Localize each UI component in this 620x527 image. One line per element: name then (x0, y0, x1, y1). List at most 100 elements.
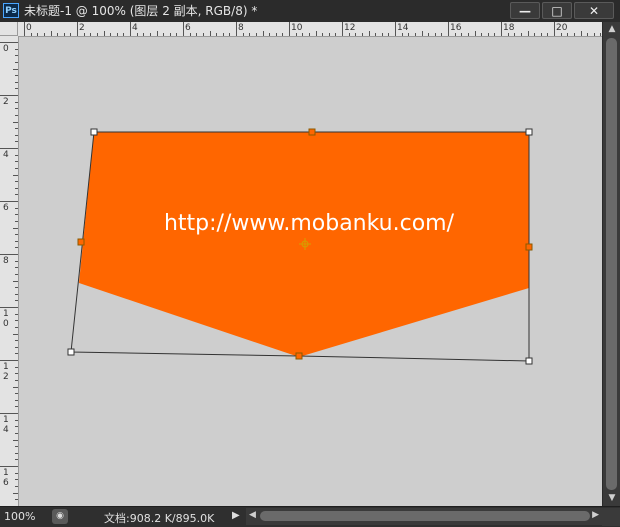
ruler-label: 6 (3, 203, 9, 213)
ruler-minor-tick (150, 33, 151, 36)
ruler-label: 12 (344, 23, 355, 33)
ruler-minor-tick (567, 33, 568, 36)
vertical-scrollbar[interactable]: ▲ ▼ (602, 22, 620, 506)
ruler-minor-tick (15, 406, 18, 407)
ruler-minor-tick (229, 33, 230, 36)
ruler-minor-tick (402, 33, 403, 36)
status-settings-icon[interactable]: ◉ (52, 509, 68, 524)
ruler-tick (369, 31, 370, 36)
ruler-minor-tick (388, 33, 389, 36)
ruler-minor-tick (282, 33, 283, 36)
ruler-label: 1 4 (3, 415, 9, 435)
status-menu-arrow-icon[interactable]: ▶ (232, 510, 240, 521)
handle-top-middle[interactable] (309, 129, 315, 135)
ruler-tick (0, 254, 18, 255)
ruler-minor-tick (15, 234, 18, 235)
horizontal-scrollbar[interactable]: ◀ ▶ (246, 508, 602, 525)
handle-right-middle[interactable] (526, 244, 532, 250)
ruler-minor-tick (415, 33, 416, 36)
ruler-tick (448, 22, 449, 36)
ruler-minor-tick (15, 314, 18, 315)
ruler-minor-tick (15, 181, 18, 182)
vertical-ruler[interactable]: 024681 01 21 41 6 (0, 36, 19, 506)
ruler-minor-tick (455, 33, 456, 36)
ruler-minor-tick (64, 33, 65, 36)
ruler-tick (183, 22, 184, 36)
ruler-tick (13, 228, 18, 229)
horizontal-ruler[interactable]: 02468101214161820 (18, 22, 602, 37)
handle-bottom-right[interactable] (526, 358, 532, 364)
ruler-minor-tick (441, 33, 442, 36)
ruler-tick (422, 31, 423, 36)
scroll-right-arrow-icon[interactable]: ▶ (592, 510, 599, 520)
ruler-minor-tick (15, 327, 18, 328)
horizontal-scroll-thumb[interactable] (260, 511, 590, 521)
handle-bottom-left[interactable] (68, 349, 74, 355)
ruler-minor-tick (84, 33, 85, 36)
ruler-minor-tick (15, 241, 18, 242)
ruler-minor-tick (15, 347, 18, 348)
ruler-tick (13, 281, 18, 282)
handle-top-right[interactable] (526, 129, 532, 135)
handle-top-left[interactable] (91, 129, 97, 135)
ruler-origin[interactable] (0, 22, 18, 36)
ruler-minor-tick (15, 320, 18, 321)
ruler-tick (581, 31, 582, 36)
ruler-label: 4 (132, 23, 138, 33)
ruler-label: 14 (397, 23, 408, 33)
ruler-minor-tick (37, 33, 38, 36)
minimize-button[interactable]: — (510, 2, 540, 19)
ruler-minor-tick (15, 128, 18, 129)
close-button[interactable]: ✕ (574, 2, 614, 19)
handle-bottom-middle[interactable] (296, 353, 302, 359)
ruler-minor-tick (15, 340, 18, 341)
zoom-level[interactable]: 100% (4, 510, 35, 523)
canvas-svg: http://www.mobanku.com/ (19, 37, 602, 506)
ruler-minor-tick (309, 33, 310, 36)
ruler-minor-tick (256, 33, 257, 36)
ruler-tick (77, 22, 78, 36)
ruler-label: 2 (79, 23, 85, 33)
ruler-tick (13, 334, 18, 335)
ruler-minor-tick (302, 33, 303, 36)
ruler-minor-tick (15, 380, 18, 381)
ruler-tick (13, 69, 18, 70)
ruler-minor-tick (468, 33, 469, 36)
ruler-minor-tick (514, 33, 515, 36)
ruler-tick (395, 22, 396, 36)
ruler-minor-tick (15, 274, 18, 275)
maximize-button[interactable]: □ (542, 2, 572, 19)
ruler-label: 2 (3, 97, 9, 107)
scroll-down-arrow-icon[interactable]: ▼ (603, 493, 620, 503)
ruler-minor-tick (15, 446, 18, 447)
ruler-minor-tick (137, 33, 138, 36)
title-bar[interactable]: Ps 未标题-1 @ 100% (图层 2 副本, RGB/8) * — □ ✕ (0, 0, 620, 23)
ruler-minor-tick (15, 453, 18, 454)
ruler-minor-tick (15, 168, 18, 169)
ruler-minor-tick (243, 33, 244, 36)
ruler-tick (157, 31, 158, 36)
canvas-area[interactable]: http://www.mobanku.com/ (19, 37, 602, 506)
ruler-minor-tick (296, 33, 297, 36)
handle-left-middle[interactable] (78, 239, 84, 245)
ruler-label: 18 (503, 23, 514, 33)
ruler-minor-tick (15, 393, 18, 394)
ruler-minor-tick (534, 33, 535, 36)
ruler-minor-tick (15, 161, 18, 162)
ruler-minor-tick (15, 155, 18, 156)
ruler-tick (104, 31, 105, 36)
ruler-minor-tick (349, 33, 350, 36)
scroll-up-arrow-icon[interactable]: ▲ (603, 24, 620, 34)
vertical-scroll-thumb[interactable] (606, 38, 617, 490)
scroll-left-arrow-icon[interactable]: ◀ (249, 510, 256, 520)
ruler-minor-tick (70, 33, 71, 36)
ruler-minor-tick (15, 400, 18, 401)
ruler-tick (13, 122, 18, 123)
ruler-minor-tick (15, 473, 18, 474)
ruler-tick (475, 31, 476, 36)
ruler-tick (342, 22, 343, 36)
ruler-minor-tick (190, 33, 191, 36)
ruler-label: 10 (291, 23, 302, 33)
ruler-minor-tick (15, 82, 18, 83)
resize-grip[interactable] (602, 508, 620, 526)
